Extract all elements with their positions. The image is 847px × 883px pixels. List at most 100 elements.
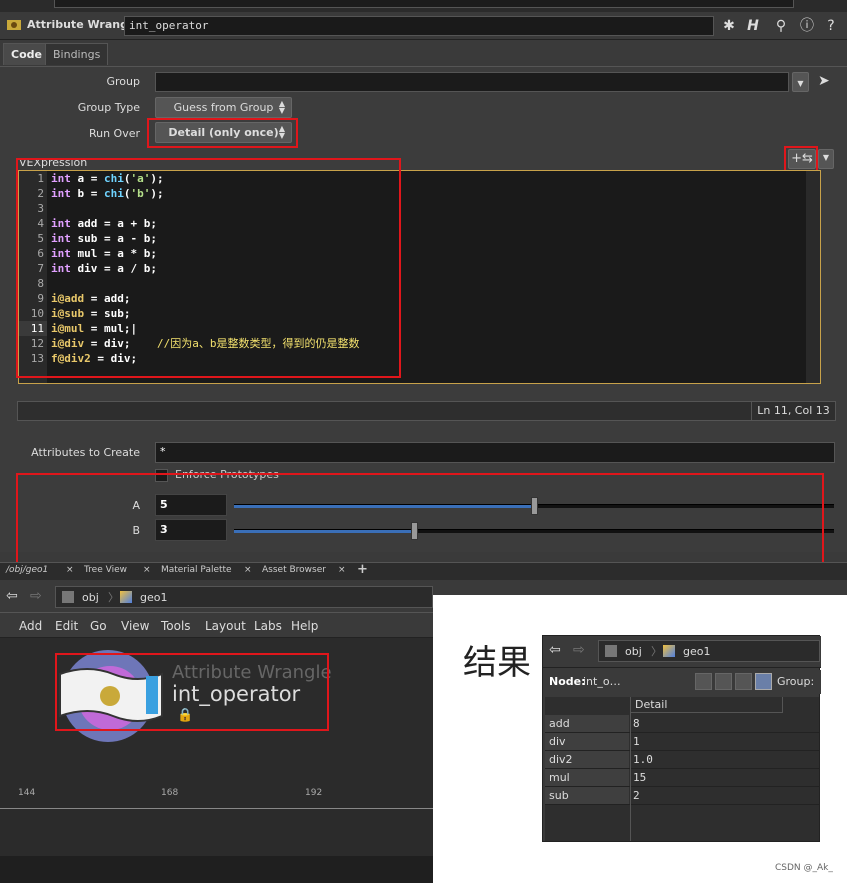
geo-icon: [120, 591, 132, 603]
menu-labs[interactable]: Labs: [254, 619, 282, 633]
obj-icon: [62, 591, 74, 603]
timeline-tick-label: 168: [161, 788, 179, 798]
forward-arrow-icon[interactable]: ⇨: [573, 642, 585, 658]
wrangle-node-icon: [7, 20, 21, 30]
path-field[interactable]: [54, 0, 794, 8]
stepper-icon: ▲ ▼: [278, 99, 285, 115]
result-heading: 结果: [463, 643, 531, 683]
tab-code[interactable]: Code: [3, 43, 50, 65]
attribute-value: 2: [633, 789, 640, 802]
points-icon[interactable]: [695, 673, 712, 690]
group-label: Group:: [777, 675, 815, 688]
path-separator-icon: 〉: [108, 591, 119, 604]
column-header[interactable]: Detail: [631, 697, 783, 713]
group-type-select[interactable]: Guess from Group ▲ ▼: [155, 97, 292, 118]
group-label: Group: [106, 75, 141, 88]
timeline-ruler[interactable]: 144 168 192: [0, 788, 433, 828]
run-over-label: Run Over: [88, 127, 140, 140]
highlight-box: [16, 158, 401, 378]
pane-tab-bar: /obj/geo1 × Tree View × Material Palette…: [0, 562, 847, 580]
help-h-icon[interactable]: H: [744, 17, 762, 35]
attribute-name: mul: [545, 769, 629, 786]
geometry-spreadsheet: ⇦ ⇨ obj 〉 geo1 Node: int_o… Group: Detai…: [542, 635, 821, 842]
spreadsheet-nav: ⇦ ⇨ obj 〉 geo1: [543, 636, 821, 668]
search-icon[interactable]: ⚲: [772, 17, 790, 35]
group-dropdown-button[interactable]: ▼: [792, 72, 809, 92]
pane-tab-asset-browser[interactable]: Asset Browser: [262, 565, 326, 575]
menu-add[interactable]: Add: [19, 619, 42, 633]
column-divider: [630, 697, 631, 841]
node-name-field[interactable]: int_operator: [124, 16, 714, 36]
attribute-name: div: [545, 733, 629, 750]
cursor-position: Ln 11, Col 13: [751, 402, 835, 420]
tab-bindings[interactable]: Bindings: [45, 43, 109, 65]
group-input[interactable]: [155, 72, 789, 92]
menu-layout[interactable]: Layout: [205, 619, 246, 633]
group-type-label: Group Type: [77, 101, 140, 114]
highlight-box: [147, 118, 298, 148]
code-scrollbar[interactable]: [806, 171, 820, 383]
attribute-value: 8: [633, 717, 640, 730]
forward-arrow-icon[interactable]: ⇨: [30, 588, 42, 604]
network-menu-bar: Add Edit Go View Tools Layout Labs Help: [0, 612, 433, 638]
menu-edit[interactable]: Edit: [55, 619, 78, 633]
attribute-name: add: [545, 715, 629, 732]
watermark: CSDN @_Ak_: [775, 863, 833, 873]
node-type-label: Attribute Wrangle: [27, 18, 140, 31]
attribute-value: 1: [633, 735, 640, 748]
timeline-tick-label: 144: [18, 788, 36, 798]
close-icon[interactable]: ×: [143, 565, 151, 575]
table-row: add 8: [545, 715, 819, 733]
primitives-icon[interactable]: [735, 673, 752, 690]
info-icon[interactable]: ⓘ: [798, 17, 816, 35]
attribute-name: div2: [545, 751, 629, 768]
close-icon[interactable]: ×: [66, 565, 74, 575]
menu-view[interactable]: View: [121, 619, 149, 633]
path-bar[interactable]: obj 〉 geo1: [598, 640, 820, 662]
select-arrow-icon[interactable]: ➤: [818, 73, 830, 89]
result-panel: 结果 ⇦ ⇨ obj 〉 geo1 Node: int_o… Group: De…: [433, 595, 847, 883]
path-separator-icon: 〉: [651, 645, 662, 658]
menu-go[interactable]: Go: [90, 619, 107, 633]
path-bar[interactable]: obj 〉 geo1: [55, 586, 433, 608]
pane-tab-tree-view[interactable]: Tree View: [84, 565, 127, 575]
node-label: Node:: [549, 675, 586, 688]
pane-tab-material-palette[interactable]: Material Palette: [161, 565, 232, 575]
add-tab-icon[interactable]: +: [357, 562, 368, 577]
path-geo1[interactable]: geo1: [140, 591, 167, 604]
detail-icon[interactable]: [755, 673, 772, 690]
snippet-dropdown-button[interactable]: ▼: [818, 149, 834, 169]
timeline-axis: [0, 808, 433, 809]
spreadsheet-table: Detail add 8 div 1 div2 1.0 mul 15 sub 2: [545, 697, 819, 841]
node-value[interactable]: int_o…: [583, 675, 621, 688]
obj-icon: [605, 645, 617, 657]
path-geo1[interactable]: geo1: [683, 645, 710, 658]
back-arrow-icon[interactable]: ⇦: [549, 642, 561, 658]
back-arrow-icon[interactable]: ⇦: [6, 588, 18, 604]
timeline-tick-label: 192: [305, 788, 323, 798]
help-icon[interactable]: ?: [822, 17, 840, 35]
bottom-strip: [0, 856, 433, 883]
spreadsheet-toolbar: Node: int_o… Group:: [543, 670, 821, 694]
vertices-icon[interactable]: [715, 673, 732, 690]
close-icon[interactable]: ×: [244, 565, 252, 575]
menu-tools[interactable]: Tools: [161, 619, 191, 633]
path-obj[interactable]: obj: [625, 645, 642, 658]
parameter-title-bar: Attribute Wrangle int_operator ✱ H ⚲ ⓘ ?: [0, 12, 847, 40]
attributes-to-create-label: Attributes to Create: [31, 446, 140, 459]
editor-status-bar: Ln 11, Col 13: [17, 401, 836, 421]
close-icon[interactable]: ×: [338, 565, 346, 575]
highlight-box: [16, 473, 824, 565]
network-view[interactable]: Attribute Wrangle int_operator 🔒 144 168…: [0, 638, 433, 883]
gear-icon[interactable]: ✱: [720, 17, 738, 35]
geo-icon: [663, 645, 675, 657]
pane-tab-network[interactable]: /obj/geo1: [6, 565, 48, 575]
attributes-to-create-input[interactable]: *: [155, 442, 835, 463]
attribute-name: sub: [545, 787, 629, 804]
parameter-tabs: Code Bindings: [0, 40, 847, 66]
group-type-value: Guess from Group: [173, 101, 274, 114]
table-row: div 1: [545, 733, 819, 751]
path-obj[interactable]: obj: [82, 591, 99, 604]
menu-help[interactable]: Help: [291, 619, 318, 633]
attribute-value: 15: [633, 771, 647, 784]
